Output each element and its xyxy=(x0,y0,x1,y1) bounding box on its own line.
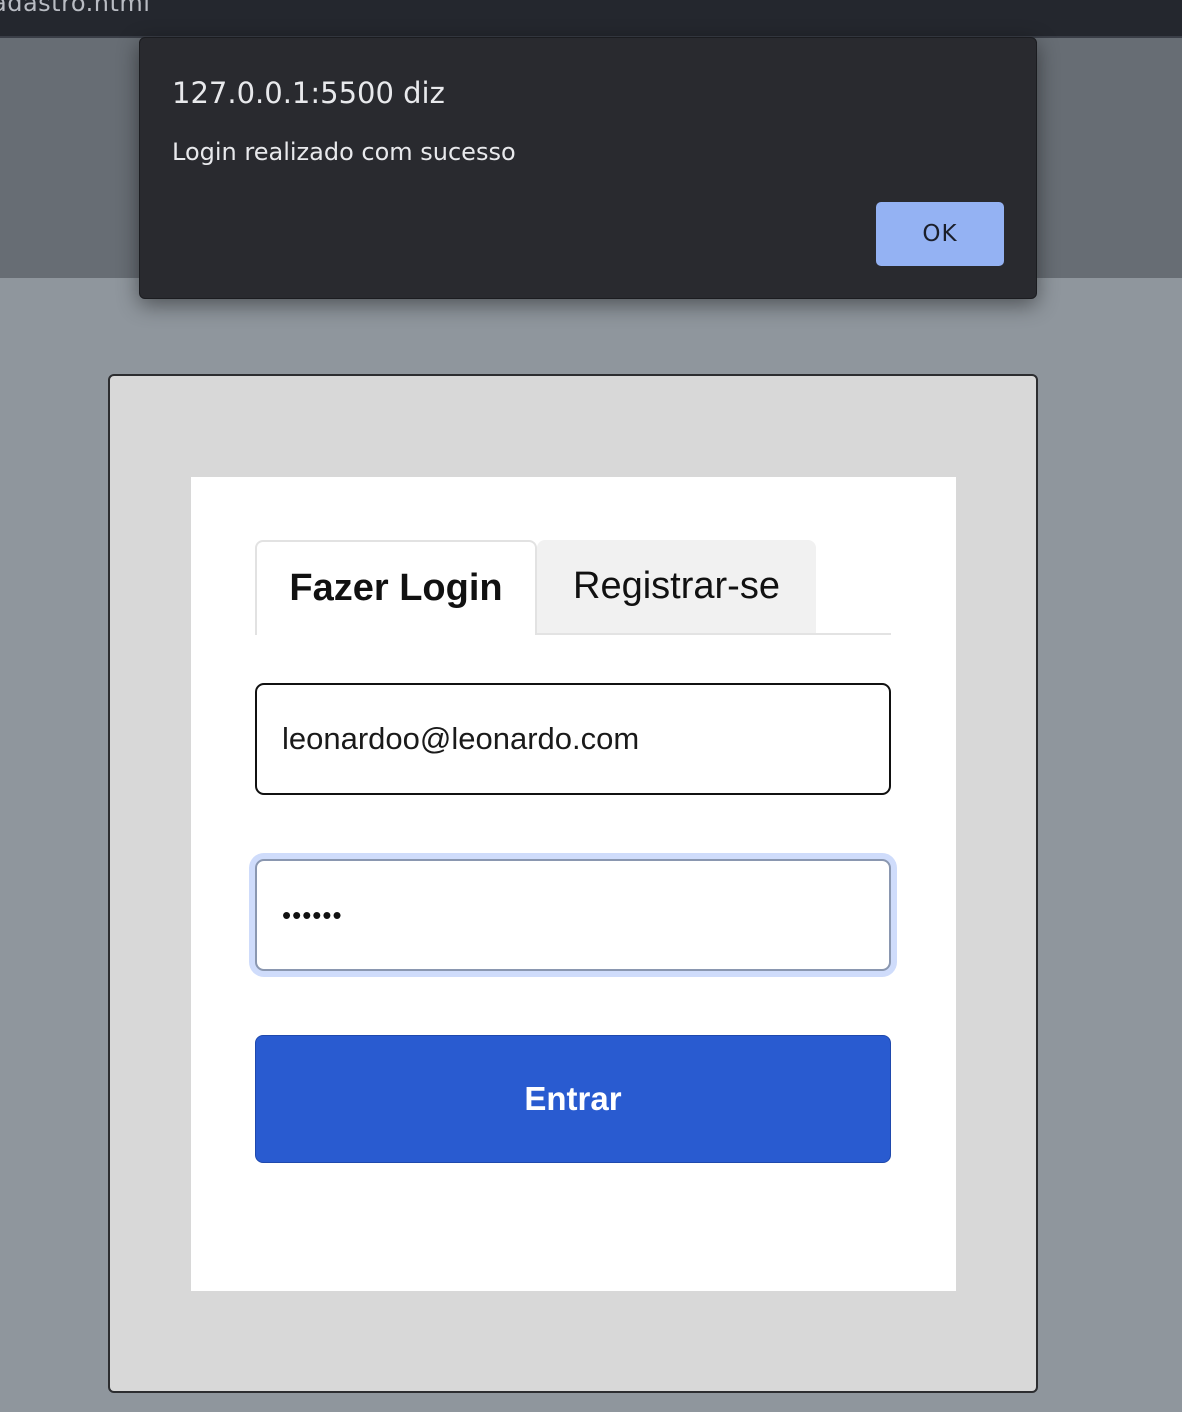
browser-top-bar: adastro.html xyxy=(0,0,1182,38)
auth-container: Fazer Login Registrar-se leonardoo@leona… xyxy=(108,374,1038,1393)
tab-register[interactable]: Registrar-se xyxy=(537,540,816,633)
alert-dialog: 127.0.0.1:5500 diz Login realizado com s… xyxy=(139,37,1037,299)
enter-button[interactable]: Entrar xyxy=(255,1035,891,1163)
auth-tabs: Fazer Login Registrar-se xyxy=(255,540,891,635)
auth-panel: Fazer Login Registrar-se leonardoo@leona… xyxy=(191,477,956,1291)
email-field[interactable]: leonardoo@leonardo.com xyxy=(255,683,891,795)
alert-origin: 127.0.0.1:5500 diz xyxy=(172,76,445,110)
alert-ok-button[interactable]: OK xyxy=(876,202,1004,266)
password-field[interactable]: •••••• xyxy=(255,859,891,971)
tab-login[interactable]: Fazer Login xyxy=(255,540,537,635)
alert-message: Login realizado com sucesso xyxy=(172,138,516,166)
browser-tab-title[interactable]: adastro.html xyxy=(0,0,150,17)
